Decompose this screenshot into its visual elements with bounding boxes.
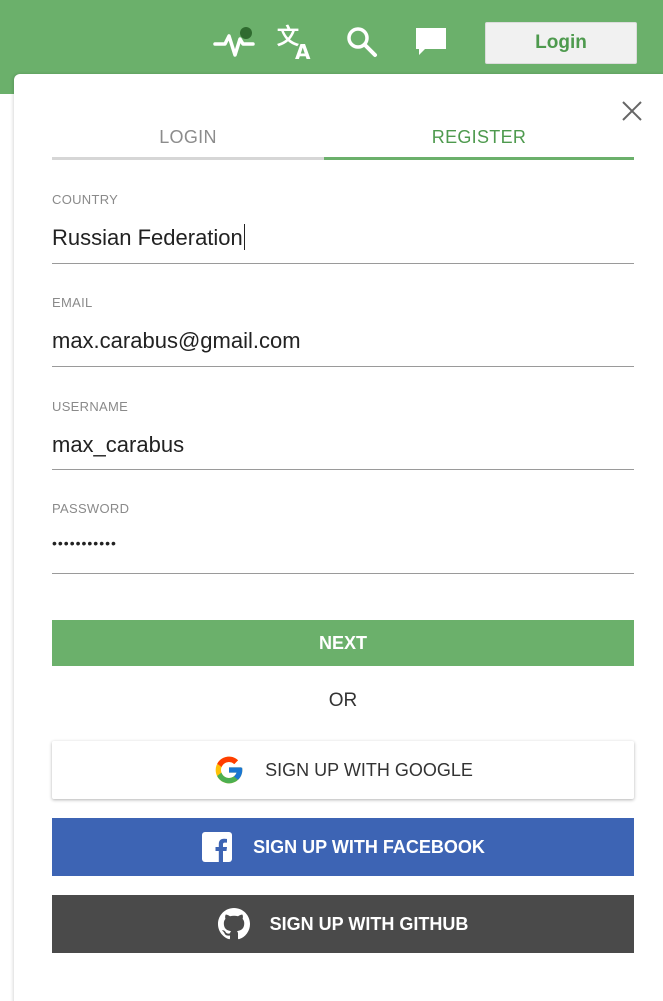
translate-icon[interactable]: 文 A: [274, 22, 318, 62]
email-underline: [52, 366, 634, 367]
password-field[interactable]: PASSWORD •••••••••••: [52, 501, 634, 575]
country-input[interactable]: Russian Federation: [52, 224, 634, 251]
text-caret: [243, 224, 246, 250]
username-underline: [52, 469, 634, 470]
github-signup-label: SIGN UP WITH GITHUB: [269, 913, 469, 934]
email-input[interactable]: max.carabus@gmail.com: [52, 328, 634, 354]
google-icon: [213, 754, 245, 786]
tab-login-underline: [52, 157, 324, 160]
facebook-icon: [201, 831, 233, 863]
github-signup-button[interactable]: SIGN UP WITH GITHUB: [52, 895, 634, 953]
auth-tabs: LOGIN REGISTER: [52, 112, 634, 162]
country-field[interactable]: COUNTRY Russian Federation: [52, 192, 634, 266]
password-label: PASSWORD: [52, 501, 130, 516]
google-signup-button[interactable]: SIGN UP WITH GOOGLE: [52, 741, 634, 799]
tab-register[interactable]: REGISTER: [324, 112, 634, 162]
username-field[interactable]: USERNAME max_carabus: [52, 399, 634, 473]
chat-icon[interactable]: [411, 22, 451, 62]
next-button[interactable]: NEXT: [52, 620, 634, 666]
search-icon[interactable]: [342, 22, 382, 62]
github-icon: [217, 908, 250, 940]
email-field[interactable]: EMAIL max.carabus@gmail.com: [52, 295, 634, 369]
facebook-signup-label: SIGN UP WITH FACEBOOK: [253, 836, 485, 857]
tab-login[interactable]: LOGIN: [52, 112, 324, 162]
username-label: USERNAME: [52, 399, 129, 414]
password-underline: [52, 573, 634, 574]
activity-icon[interactable]: [212, 22, 258, 62]
username-input[interactable]: max_carabus: [52, 432, 634, 458]
svg-text:A: A: [295, 40, 311, 62]
facebook-signup-button[interactable]: SIGN UP WITH FACEBOOK: [52, 818, 634, 876]
password-input[interactable]: •••••••••••: [52, 535, 634, 551]
tab-register-underline: [324, 157, 634, 160]
country-label: COUNTRY: [52, 192, 119, 207]
top-bar-edge: [0, 72, 14, 94]
header-login-button[interactable]: Login: [485, 22, 637, 64]
country-value: Russian Federation: [52, 225, 243, 250]
email-label: EMAIL: [52, 295, 93, 310]
google-signup-label: SIGN UP WITH GOOGLE: [265, 759, 473, 780]
or-divider-text: OR: [328, 690, 358, 711]
country-underline: [52, 263, 634, 264]
